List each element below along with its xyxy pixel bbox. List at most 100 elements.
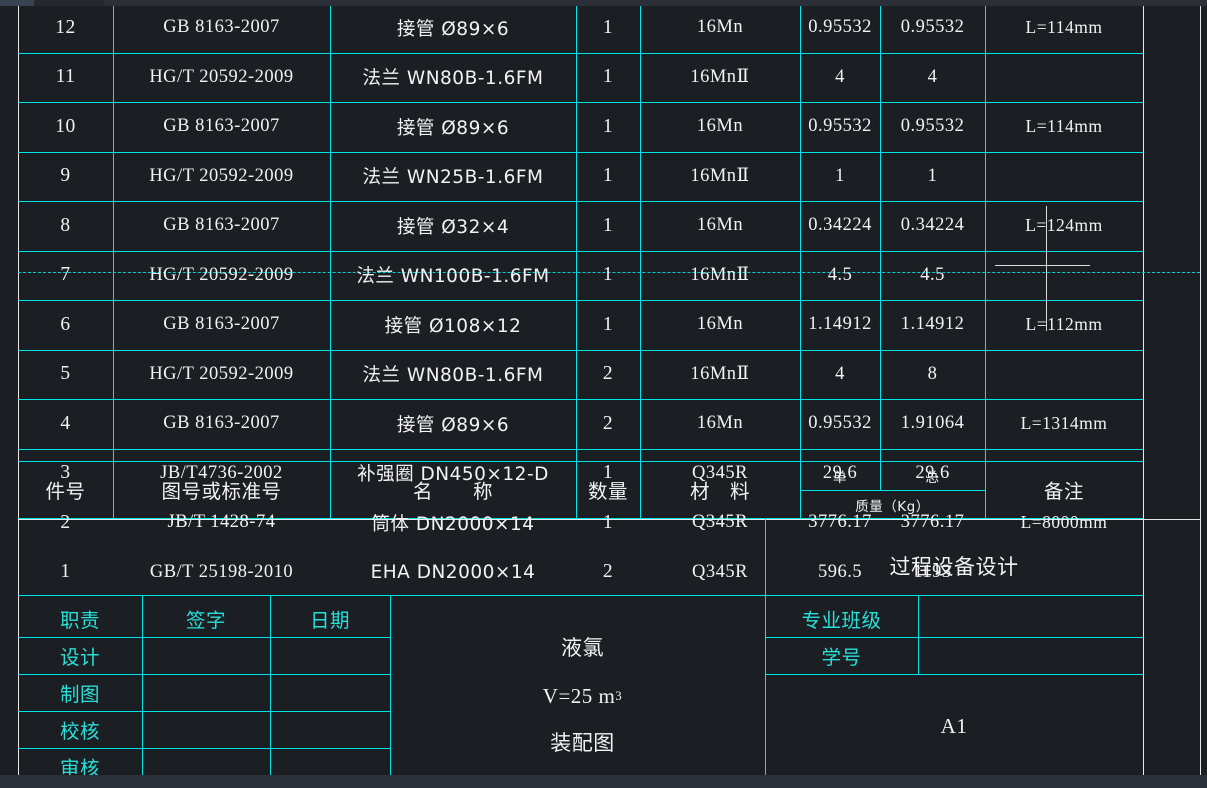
parts-header-name: 名 称 [412, 480, 493, 503]
drawing-subject-title: 液氯 [561, 636, 604, 660]
parts-cell-remark: L=114mm [1025, 17, 1103, 38]
parts-cell-part-name: 接管 Ø32×4 [396, 216, 510, 238]
parts-cell-quantity: 1 [602, 313, 614, 335]
parts-cell-item-no: 1 [60, 561, 71, 583]
student-id-value[interactable] [918, 637, 1143, 674]
parts-cell-material: 16MnⅡ [690, 166, 750, 187]
parts-header-mass-unit: 单 [833, 470, 847, 486]
sheet-border-far-right [1200, 6, 1201, 775]
title-sig-col-date [390, 595, 391, 775]
parts-cell-remark: L=112mm [1025, 314, 1103, 335]
parts-cell-part-name: 法兰 WN100B-1.6FM [356, 266, 550, 288]
parts-cell-remark [985, 152, 1143, 202]
parts-cell-material: 16Mn [696, 17, 744, 38]
title-right-row-line-bottom [765, 674, 1143, 675]
parts-header-drawing-no: 图号或标准号 [161, 480, 282, 503]
parts-cell-part-name: 接管 Ø89×6 [396, 117, 510, 139]
signature-row-role-design: 设计 [59, 646, 100, 669]
parts-cell-quantity: 2 [602, 412, 614, 434]
parts-cell-mass-unit: 0.95532 [808, 116, 872, 137]
parts-cell-part-name: 接管 Ø108×12 [384, 315, 522, 337]
parts-cell-material: 16MnⅡ [690, 265, 750, 286]
parts-header-material: 材 料 [689, 480, 750, 503]
sheet-size-label: A1 [940, 713, 968, 738]
parts-cell-mass-unit: 4.5 [827, 264, 853, 285]
parts-cell-mass-unit: 0.34224 [808, 215, 872, 236]
parts-cell-mass-unit: 0.95532 [808, 17, 872, 38]
parts-cell-mass-unit: 1 [835, 165, 845, 186]
parts-cell-remark: L=124mm [1025, 215, 1103, 236]
parts-cell-material: 16MnⅡ [690, 364, 750, 385]
signature-row-signature-drafting[interactable] [142, 674, 270, 711]
parts-cell-quantity: 1 [602, 66, 614, 88]
parts-cell-item-no: 12 [55, 16, 76, 38]
parts-cell-drawing-no: GB 8163-2007 [163, 215, 280, 236]
signature-row-date-design[interactable] [270, 637, 390, 674]
parts-cell-part-name: 接管 Ø89×6 [396, 414, 510, 436]
signature-header-date: 日期 [309, 608, 350, 632]
parts-cell-part-name: 接管 Ø89×6 [396, 18, 510, 40]
parts-header-mass-group: 质量（Kg） [855, 499, 930, 515]
parts-cell-mass-total: 1.14912 [900, 314, 965, 335]
parts-cell-mass-total: 8 [927, 363, 938, 384]
signature-row-signature-review[interactable] [142, 748, 270, 775]
parts-cell-material: 16Mn [696, 413, 744, 434]
parts-cell-drawing-no: GB 8163-2007 [163, 116, 280, 137]
parts-cell-drawing-no: GB 8163-2007 [163, 314, 280, 335]
parts-cell-quantity: 1 [602, 214, 614, 236]
signature-row-date-drafting[interactable] [270, 674, 390, 711]
parts-cell-mass-total: 0.95532 [900, 17, 965, 38]
parts-header-remark: 备注 [1043, 480, 1084, 503]
signature-header-signature: 签字 [185, 608, 226, 632]
signature-row-date-check[interactable] [270, 711, 390, 748]
parts-cell-material: 16MnⅡ [690, 67, 750, 88]
parts-cell-drawing-no: HG/T 20592-2009 [149, 363, 294, 384]
drawing-volume-exponent: 3 [615, 688, 623, 703]
parts-cell-item-no: 8 [60, 214, 71, 236]
parts-cell-quantity: 1 [602, 165, 614, 187]
parts-cell-remark [985, 251, 1143, 301]
drawing-type-label: 装配图 [550, 731, 615, 755]
parts-cell-mass-unit: 4 [835, 363, 845, 384]
parts-cell-item-no: 6 [60, 313, 71, 335]
parts-cell-mass-unit: 4 [835, 66, 845, 87]
parts-cell-drawing-no: GB/T 25198-2010 [149, 561, 294, 582]
parts-header-item-no: 件号 [45, 480, 86, 503]
parts-cell-item-no: 5 [60, 363, 71, 385]
drawing-sheet: 12 GB 8163-2007 接管 Ø89×6 1 16Mn 0.95532 0.9553… [0, 6, 1207, 775]
cad-screenshot-canvas: 12 GB 8163-2007 接管 Ø89×6 1 16Mn 0.95532 0.9553… [0, 0, 1207, 788]
signature-row-date-review[interactable] [270, 748, 390, 775]
class-label: 专业班级 [801, 608, 882, 632]
parts-cell-quantity: 1 [602, 16, 614, 38]
parts-cell-material: 16Mn [696, 116, 744, 137]
parts-cell-remark: L=1314mm [1020, 413, 1108, 434]
parts-cell-quantity: 1 [602, 264, 614, 286]
parts-cell-item-no: 10 [55, 115, 76, 137]
parts-cell-mass-total: 0.95532 [900, 116, 965, 137]
signature-header-role: 职责 [59, 608, 100, 632]
parts-cell-material: 16Mn [696, 215, 744, 236]
parts-cell-quantity: 2 [602, 363, 614, 385]
parts-cell-mass-total: 1 [927, 165, 938, 186]
parts-cell-mass-unit: 0.95532 [808, 413, 872, 434]
parts-header-mass-total: 总 [925, 470, 940, 486]
parts-cell-drawing-no: HG/T 20592-2009 [149, 165, 294, 186]
drawing-volume-spec: V=25 m3 [400, 678, 765, 714]
parts-cell-remark [985, 53, 1143, 103]
signature-row-signature-design[interactable] [142, 637, 270, 674]
parts-cell-item-no: 11 [55, 66, 76, 88]
student-id-label: 学号 [821, 646, 862, 669]
parts-cell-mass-total: 1.91064 [900, 413, 965, 434]
signature-row-signature-check[interactable] [142, 711, 270, 748]
class-value[interactable] [918, 599, 1143, 637]
parts-cell-remark [985, 350, 1143, 400]
parts-header-qty: 数量 [587, 480, 628, 503]
parts-cell-mass-unit: 1.14912 [808, 314, 872, 335]
parts-cell-material: 16Mn [696, 314, 744, 335]
parts-cell-part-name: 法兰 WN80B-1.6FM [362, 68, 544, 90]
parts-cell-mass-total: 4 [927, 66, 938, 87]
parts-cell-drawing-no: HG/T 20592-2009 [149, 264, 294, 285]
parts-cell-part-name: 法兰 WN80B-1.6FM [362, 365, 544, 387]
parts-cell-drawing-no: GB 8163-2007 [163, 17, 280, 38]
signature-row-role-drafting: 制图 [59, 683, 100, 706]
